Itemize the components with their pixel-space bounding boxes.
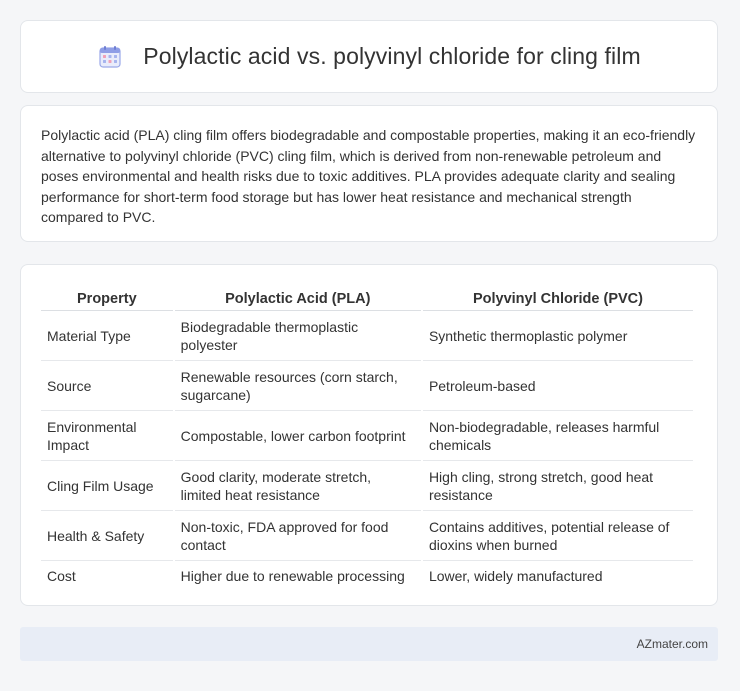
intro-card: Polylactic acid (PLA) cling film offers … (20, 105, 718, 242)
cell-property: Environmental Impact (41, 411, 173, 461)
footer-bar: AZmater.com (20, 627, 718, 661)
header-pla: Polylactic Acid (PLA) (174, 285, 421, 311)
cell-pla: Compostable, lower carbon footprint (174, 411, 421, 461)
table-row: Cost Higher due to renewable processing … (41, 561, 693, 591)
cell-pvc: Non-biodegradable, releases harmful chem… (422, 411, 693, 461)
comparison-table: Property Polylactic Acid (PLA) Polyvinyl… (39, 285, 695, 591)
cell-property: Source (41, 361, 173, 411)
cell-pvc: Contains additives, potential release of… (422, 511, 693, 561)
cell-pvc: High cling, strong stretch, good heat re… (422, 461, 693, 511)
cell-property: Health & Safety (41, 511, 173, 561)
table-row: Health & Safety Non-toxic, FDA approved … (41, 511, 693, 561)
intro-paragraph: Polylactic acid (PLA) cling film offers … (41, 127, 696, 225)
footer-brand: AZmater.com (636, 637, 708, 651)
table-row: Cling Film Usage Good clarity, moderate … (41, 461, 693, 511)
comparison-card: Property Polylactic Acid (PLA) Polyvinyl… (20, 264, 718, 606)
table-header-row: Property Polylactic Acid (PLA) Polyvinyl… (41, 285, 693, 311)
header-pvc: Polyvinyl Chloride (PVC) (422, 285, 693, 311)
page-title: Polylactic acid vs. polyvinyl chloride f… (143, 43, 641, 69)
table-row: Material Type Biodegradable thermoplasti… (41, 311, 693, 361)
calendar-icon (99, 45, 121, 68)
cell-pla: Renewable resources (corn starch, sugarc… (174, 361, 421, 411)
cell-pla: Higher due to renewable processing (180, 568, 405, 584)
cell-pla: Good clarity, moderate stretch, limited … (174, 461, 421, 511)
title-card: Polylactic acid vs. polyvinyl chloride f… (20, 20, 718, 93)
cell-pvc: Synthetic thermoplastic polymer (422, 311, 693, 361)
cell-property: Cost (47, 568, 76, 584)
cell-property: Material Type (41, 311, 173, 361)
header-property: Property (41, 285, 173, 311)
cell-pvc: Lower, widely manufactured (428, 568, 603, 584)
cell-pla: Biodegradable thermoplastic polyester (174, 311, 421, 361)
cell-property: Cling Film Usage (41, 461, 173, 511)
table-row: Environmental Impact Compostable, lower … (41, 411, 693, 461)
cell-pla: Non-toxic, FDA approved for food contact (174, 511, 421, 561)
table-row: Source Renewable resources (corn starch,… (41, 361, 693, 411)
cell-pvc: Petroleum-based (422, 361, 693, 411)
